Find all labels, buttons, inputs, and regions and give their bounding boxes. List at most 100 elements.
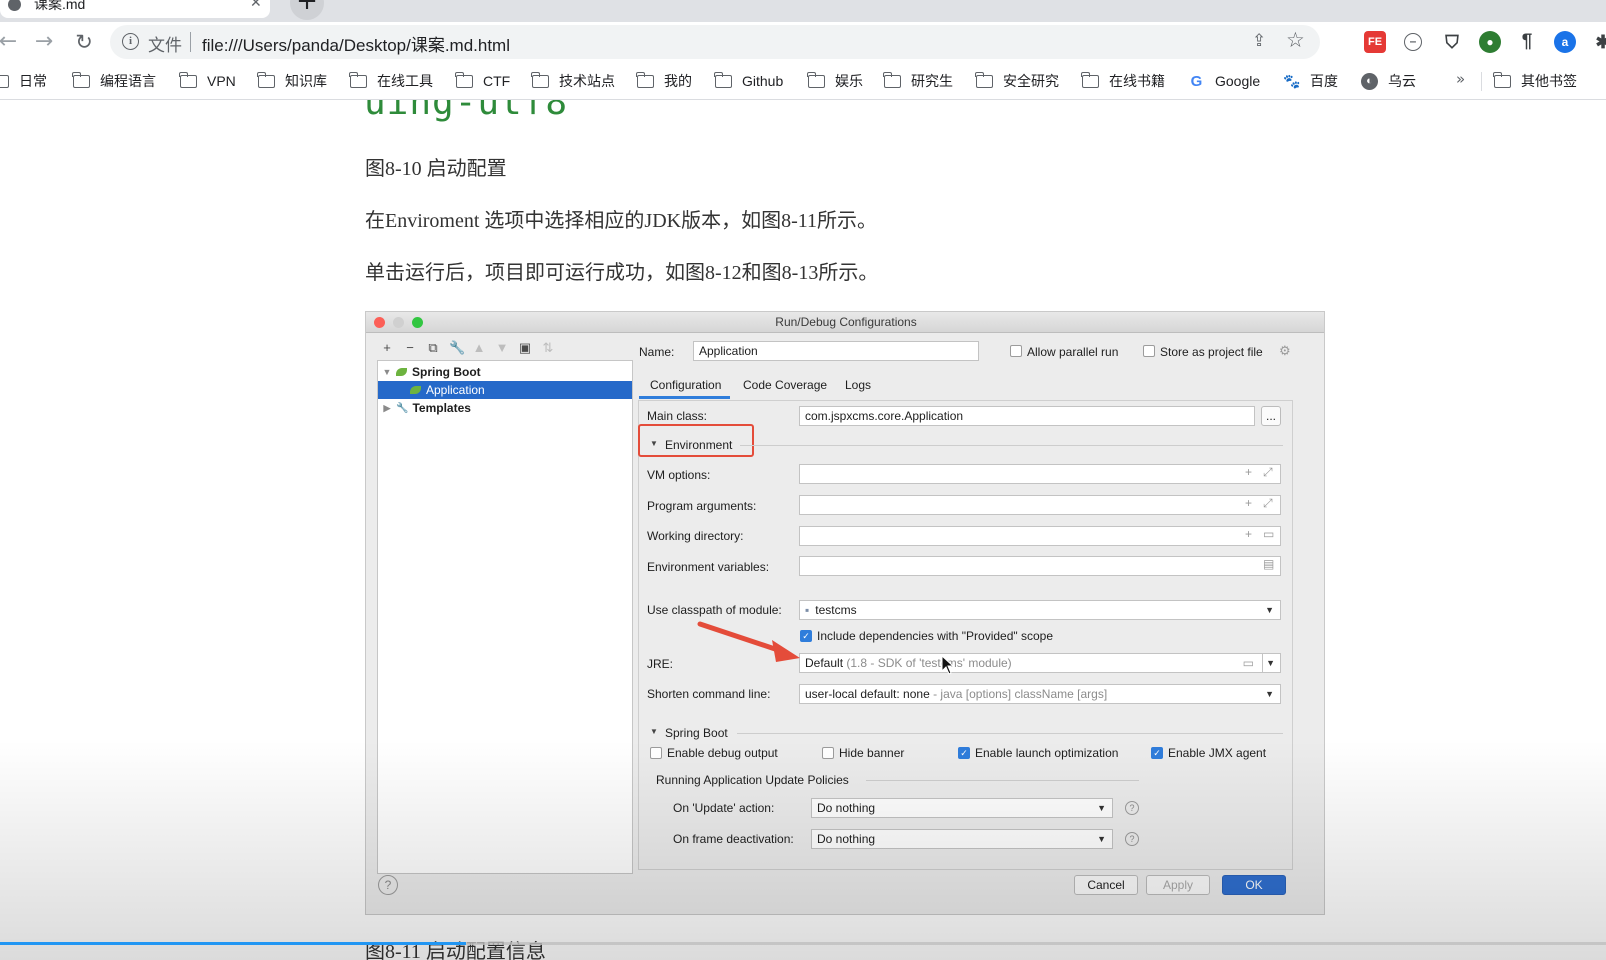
environment-variables-input[interactable] [799,556,1281,576]
back-button[interactable]: ← [0,28,22,56]
folder-icon[interactable]: ▭ [1243,654,1254,672]
expanded-arrow-icon[interactable]: ▼ [650,439,658,448]
tab-strip: 课案.md ✕ + [0,0,1606,22]
gear-icon[interactable]: ⚙ [1279,343,1291,359]
edit-list-icon[interactable]: ▤ [1263,557,1274,571]
sort-icon[interactable]: ⇅ [541,340,555,358]
bookmark-wooyun[interactable]: ◐ 乌云 [1361,71,1416,91]
bookmark-google[interactable]: G Google [1188,71,1261,91]
forward-button[interactable]: → [30,28,58,56]
address-url[interactable]: file:///Users/panda/Desktop/课案.md.html [202,31,510,56]
extensions-puzzle-icon[interactable]: ✱ [1592,31,1606,53]
bookmark-folder[interactable]: 研究生 [883,71,953,91]
store-as-project-file-checkbox[interactable] [1143,345,1155,357]
expand-icon[interactable]: ⤢ [1263,465,1273,480]
shorten-command-line-select[interactable]: user-local default: none - java [options… [799,684,1281,704]
program-arguments-input[interactable] [799,495,1281,515]
tree-node-templates[interactable]: ▶ 🔧 Templates [378,399,632,417]
folder-icon[interactable]: ▣ [518,340,532,358]
fe-helper-extension-icon[interactable]: FE [1364,31,1386,53]
expand-icon[interactable]: ⤢ [1263,496,1273,511]
tree-node-spring-boot[interactable]: ▼ Spring Boot [378,363,632,381]
copy-icon[interactable]: ⧉ [426,340,440,358]
bookmark-baidu[interactable]: 🐾 百度 [1283,71,1338,91]
on-frame-deactivation-select[interactable]: Do nothing ▼ [811,829,1113,849]
other-bookmarks-folder[interactable]: 其他书签 [1493,71,1577,91]
add-icon[interactable]: + [1245,527,1252,541]
at-extension-icon[interactable]: a [1554,31,1576,53]
bookmark-folder[interactable]: 技术站点 [531,71,615,91]
bookmark-folder[interactable]: 在线工具 [349,71,433,91]
environment-section-label[interactable]: Environment [665,438,732,452]
add-icon[interactable]: + [1245,465,1252,479]
folder-icon[interactable]: ▭ [1263,527,1274,541]
jre-dropdown-button[interactable]: ▼ [1262,653,1281,673]
working-directory-input[interactable] [799,526,1281,546]
apply-button[interactable]: Apply [1146,875,1210,895]
dialog-help-button[interactable]: ? [378,875,398,895]
bookmark-folder[interactable]: Github [714,71,783,91]
cancel-button[interactable]: Cancel [1074,875,1138,895]
jre-select[interactable]: Default (1.8 - SDK of 'testcms' module) … [799,653,1263,673]
reload-button[interactable]: ↻ [70,28,98,56]
green-globe-extension-icon[interactable]: ● [1479,31,1501,53]
hide-banner-checkbox[interactable] [822,747,834,759]
bookmark-folder[interactable]: 安全研究 [975,71,1059,91]
name-input[interactable]: Application [693,341,979,361]
bookmark-folder[interactable]: 在线书籍 [1081,71,1165,91]
vm-options-label: VM options: [647,468,711,482]
new-tab-button[interactable]: + [290,0,324,20]
site-info-icon[interactable]: i [122,33,139,50]
help-icon[interactable]: ? [1125,832,1139,846]
bookmark-folder[interactable]: CTF [455,71,510,91]
remove-icon[interactable]: − [403,340,417,358]
figure-caption: 图8-10 启动配置 [365,158,507,180]
tab-code-coverage[interactable]: Code Coverage [743,378,827,392]
bookmark-label: 在线工具 [377,73,433,89]
browse-main-class-button[interactable]: ... [1261,406,1281,426]
browser-tab[interactable]: 课案.md ✕ [0,0,270,18]
bookmark-folder[interactable]: 我的 [636,71,692,91]
mouse-cursor-icon [941,655,955,675]
classpath-module-select[interactable]: ▪ testcms ▼ [799,600,1281,620]
on-update-action-select[interactable]: Do nothing ▼ [811,798,1113,818]
add-icon[interactable]: + [1245,496,1252,510]
bookmark-folder[interactable]: 娱乐 [807,71,863,91]
ok-button[interactable]: OK [1222,875,1286,895]
bookmarks-overflow-icon[interactable]: » [1456,70,1465,88]
bookmark-folder[interactable]: 知识库 [257,71,327,91]
tab-logs[interactable]: Logs [845,378,871,392]
tree-node-application[interactable]: Application [378,381,632,399]
bookmark-label: 研究生 [911,73,953,89]
bookmark-folder[interactable]: VPN [179,71,236,91]
add-icon[interactable]: + [380,340,394,358]
enable-jmx-agent-checkbox[interactable]: ✓ [1151,747,1163,759]
tab-close-icon[interactable]: ✕ [250,0,262,11]
expanded-arrow-icon[interactable]: ▼ [378,367,396,377]
jre-label: JRE: [647,657,674,671]
minus-circle-extension-icon[interactable]: – [1404,33,1422,51]
address-bar[interactable]: i 文件 file:///Users/panda/Desktop/课案.md.h… [110,25,1320,59]
move-down-icon[interactable]: ▼ [495,340,509,358]
help-icon[interactable]: ? [1125,801,1139,815]
dialog-titlebar: Run/Debug Configurations [366,312,1324,333]
main-class-input[interactable]: com.jspxcms.core.Application [799,406,1255,426]
shield-extension-icon[interactable]: ⛉ [1441,31,1463,53]
vm-options-input[interactable] [799,464,1281,484]
allow-parallel-run-checkbox[interactable] [1010,345,1022,357]
collapsed-arrow-icon[interactable]: ▶ [378,403,396,414]
bookmark-folder[interactable]: 编程语言 [72,71,156,91]
section-divider [740,445,1283,446]
enable-debug-output-checkbox[interactable] [650,747,662,759]
spring-boot-section-label[interactable]: Spring Boot [665,726,728,740]
section-divider [737,733,1283,734]
wrench-icon[interactable]: 🔧 [449,340,465,358]
enable-launch-optimization-checkbox[interactable]: ✓ [958,747,970,759]
pilcrow-extension-icon[interactable]: ¶ [1516,31,1538,53]
tab-configuration[interactable]: Configuration [650,378,721,392]
bookmark-folder[interactable]: 日常 [0,71,47,91]
expanded-arrow-icon[interactable]: ▼ [650,727,658,736]
share-icon[interactable]: ⇪ [1252,31,1266,51]
move-up-icon[interactable]: ▲ [472,340,486,358]
bookmark-star-icon[interactable]: ☆ [1286,28,1305,52]
